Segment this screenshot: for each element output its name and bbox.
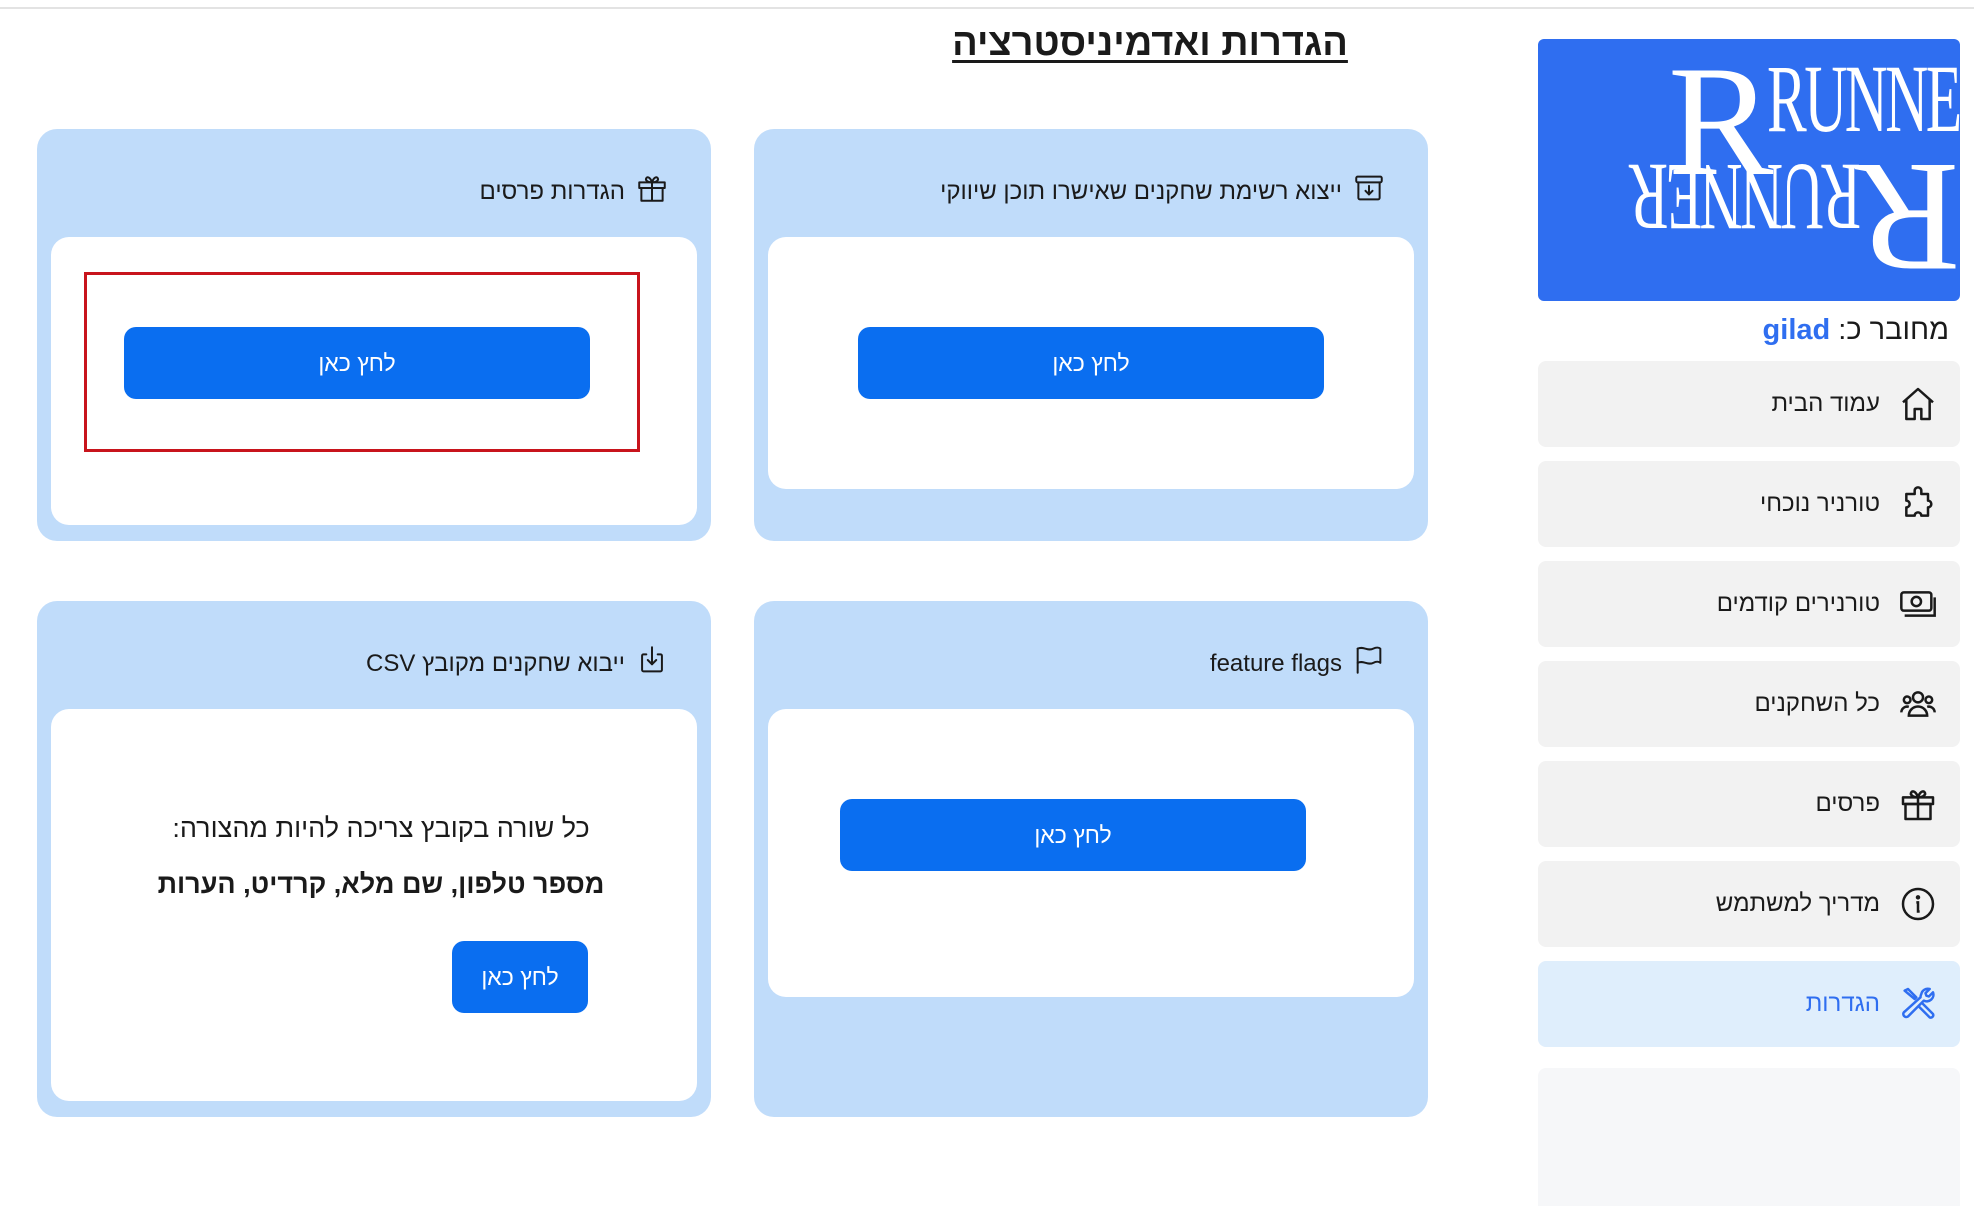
connected-label: מחובר כ: — [1838, 314, 1949, 346]
csv-import-click-button[interactable]: לחץ כאן — [452, 941, 588, 1013]
logo-word-bottom: RRUNNER — [1630, 130, 1960, 301]
page-title: הגדרות ואדמיניסטרציה — [952, 22, 1348, 64]
card-prizes-header: הגדרות פרסים — [480, 171, 669, 212]
users-icon — [1898, 684, 1938, 724]
card-feature-flags: feature flags לחץ כאן — [754, 601, 1428, 1117]
nav-previous-tournaments[interactable]: טורנירים קודמים — [1538, 561, 1960, 647]
card-csv-import: ייבוא שחקנים מקובץ CSV כל שורה בקובץ צרי… — [37, 601, 711, 1117]
prize-settings-click-button[interactable]: לחץ כאן — [124, 327, 590, 399]
card-flags-body: לחץ כאן — [768, 709, 1414, 997]
csv-format-hint: כל שורה בקובץ צריכה להיות מהצורה: — [172, 813, 590, 843]
money-icon — [1898, 584, 1938, 624]
nav-user-guide[interactable]: מדריך למשתמש — [1538, 861, 1960, 947]
card-import-header: ייבוא שחקנים מקובץ CSV — [366, 643, 669, 684]
card-prizes-title: הגדרות פרסים — [479, 177, 625, 205]
feature-flags-click-button[interactable]: לחץ כאן — [840, 799, 1306, 871]
nav-prizes[interactable]: פרסים — [1538, 761, 1960, 847]
card-export-body: לחץ כאן — [768, 237, 1414, 489]
nav-prizes-label: פרסים — [1815, 790, 1880, 817]
connected-user: מחובר כ: gilad — [1763, 314, 1949, 347]
username: gilad — [1762, 314, 1831, 346]
nav-home[interactable]: עמוד הבית — [1538, 361, 1960, 447]
home-icon — [1898, 384, 1938, 424]
nav-settings[interactable]: הגדרות — [1538, 961, 1960, 1047]
archive-download-icon — [1352, 171, 1386, 212]
nav-previous-tournaments-label: טורנירים קודמים — [1716, 590, 1880, 617]
card-flags-header: feature flags — [1210, 643, 1386, 684]
nav-home-label: עמוד הבית — [1771, 390, 1880, 417]
flag-icon — [1352, 643, 1386, 684]
file-import-icon — [635, 643, 669, 684]
card-export-title: ייצוא רשימת שחקנים שאישרו תוכן שיווקי — [940, 177, 1342, 205]
csv-format-columns: מספר טלפון, שם מלא, קרדיט, הערות — [157, 869, 605, 899]
card-import-title: ייבוא שחקנים מקובץ CSV — [366, 649, 625, 677]
nav-settings-label: הגדרות — [1805, 990, 1880, 1017]
card-prize-settings: הגדרות פרסים לחץ כאן — [37, 129, 711, 541]
tools-icon — [1898, 984, 1938, 1024]
nav-current-tournament-label: טורניר נוכחי — [1760, 490, 1880, 517]
nav-all-players-label: כל השחקנים — [1754, 690, 1880, 717]
info-icon — [1898, 884, 1938, 924]
card-prizes-body: לחץ כאן — [51, 237, 697, 525]
export-click-button[interactable]: לחץ כאן — [858, 327, 1324, 399]
top-border — [0, 0, 1974, 9]
card-flags-title: feature flags — [1209, 649, 1342, 677]
card-export-marketing: ייצוא רשימת שחקנים שאישרו תוכן שיווקי לח… — [754, 129, 1428, 541]
gift-icon — [635, 171, 669, 212]
puzzle-icon — [1898, 484, 1938, 524]
card-import-body: כל שורה בקובץ צריכה להיות מהצורה: מספר ט… — [51, 709, 697, 1101]
runner-logo[interactable]: RRUNNER RRUNNER — [1538, 39, 1960, 301]
card-export-header: ייצוא רשימת שחקנים שאישרו תוכן שיווקי — [940, 171, 1386, 212]
nav-current-tournament[interactable]: טורניר נוכחי — [1538, 461, 1960, 547]
nav-user-guide-label: מדריך למשתמש — [1715, 890, 1880, 917]
sidebar-empty-area — [1538, 1068, 1960, 1206]
gift-icon — [1898, 784, 1938, 824]
nav-all-players[interactable]: כל השחקנים — [1538, 661, 1960, 747]
